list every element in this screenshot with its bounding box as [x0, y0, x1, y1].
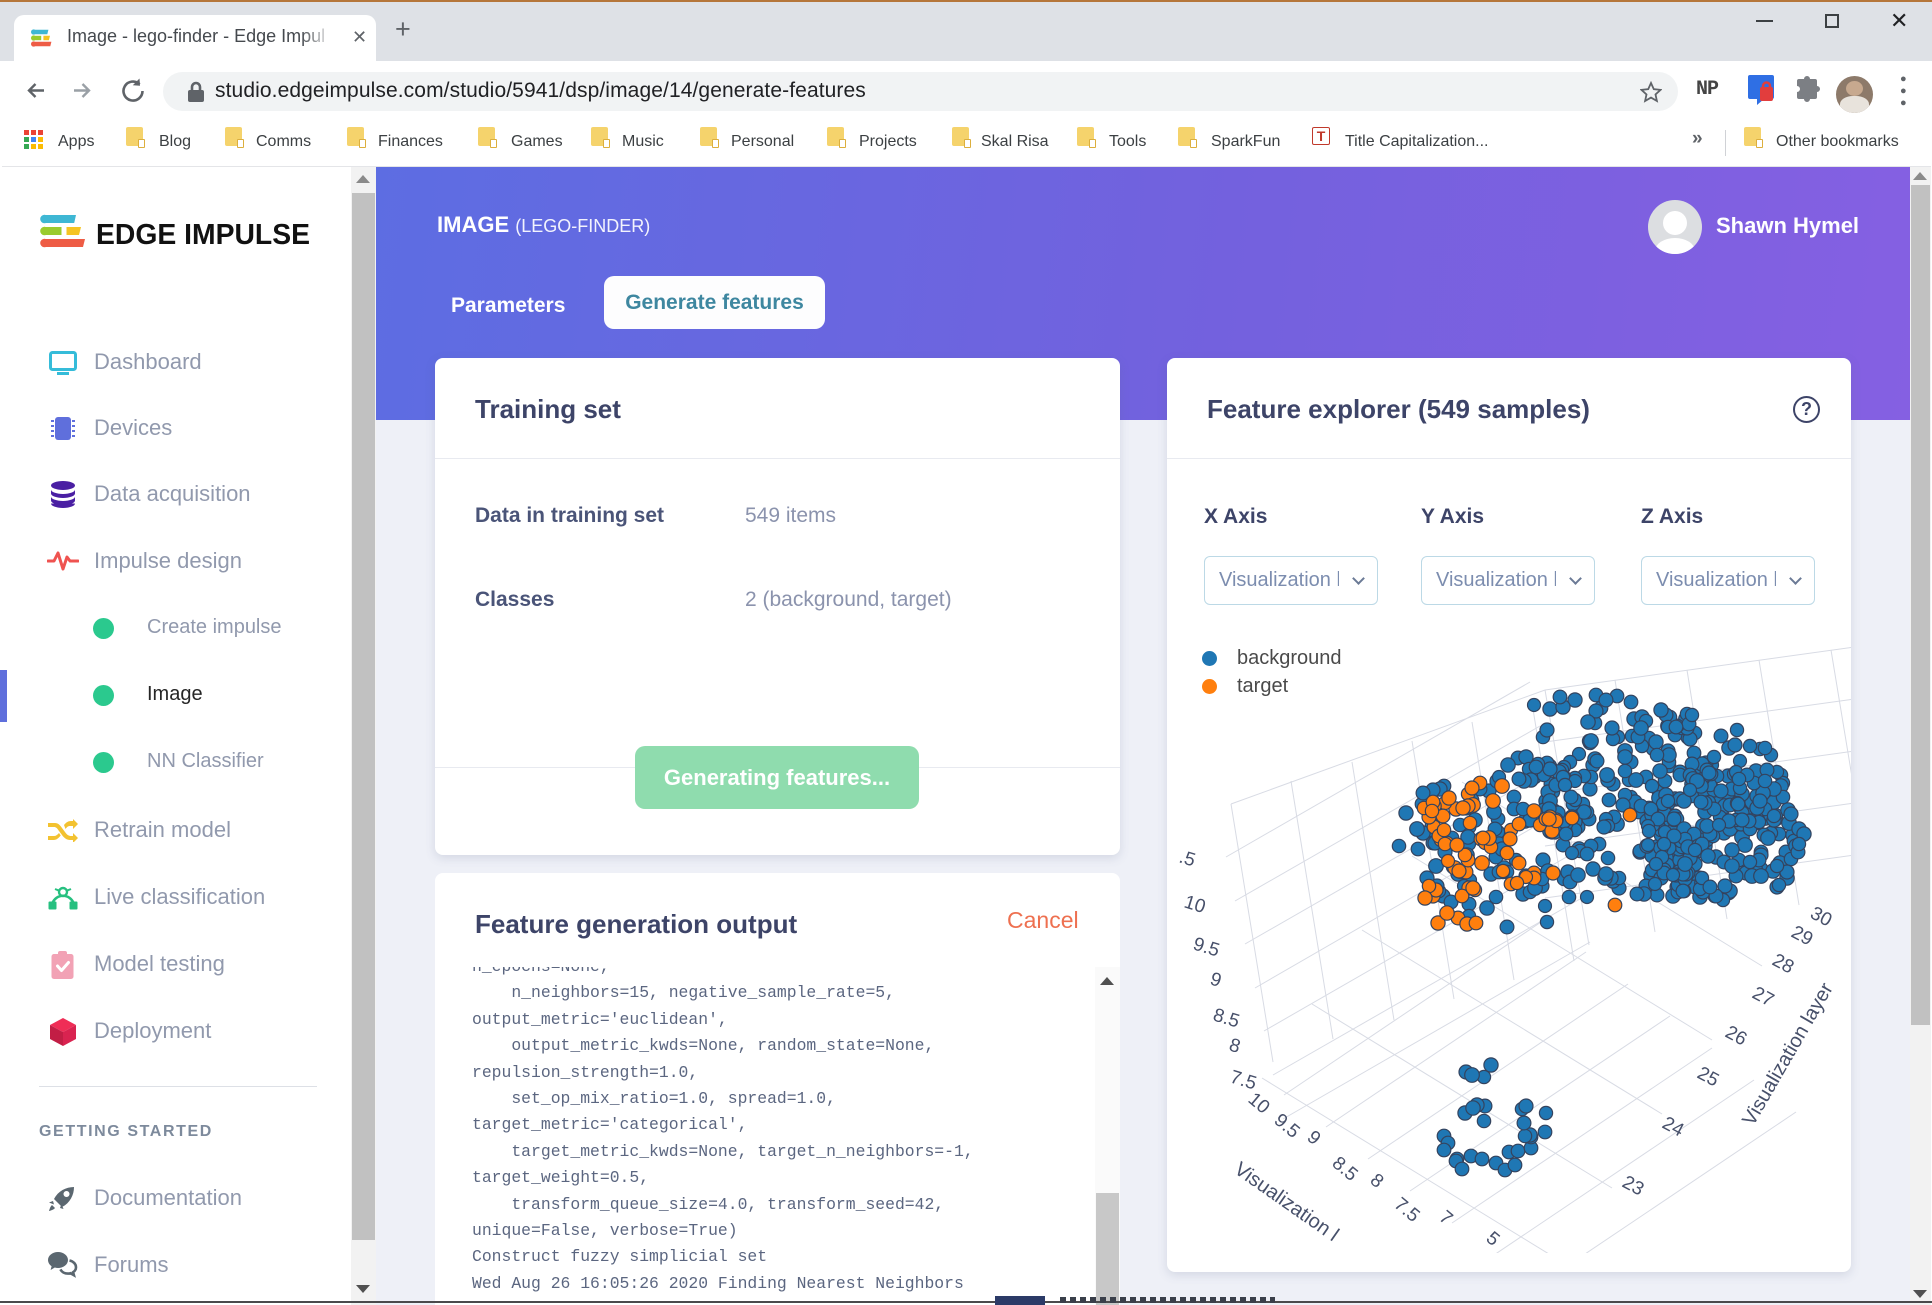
- svg-text:8: 8: [1227, 1035, 1243, 1058]
- svg-text:Visualization l: Visualization l: [1230, 1158, 1343, 1246]
- svg-text:9: 9: [1303, 1127, 1325, 1150]
- svg-text:10: 10: [1182, 892, 1208, 918]
- svg-text:27: 27: [1749, 983, 1778, 1011]
- svg-text:10: 10: [1244, 1089, 1274, 1119]
- svg-text:25: 25: [1694, 1063, 1723, 1091]
- svg-text:9.5: 9.5: [1270, 1110, 1304, 1143]
- svg-text:5: 5: [1482, 1228, 1504, 1251]
- svg-text:24: 24: [1659, 1113, 1688, 1142]
- svg-text:8: 8: [1366, 1170, 1388, 1193]
- svg-text:8.5: 8.5: [1211, 1005, 1242, 1033]
- svg-text:7.5: 7.5: [1228, 1067, 1259, 1095]
- svg-text:9: 9: [1208, 969, 1224, 992]
- svg-text:7: 7: [1435, 1207, 1457, 1230]
- svg-text:.5: .5: [1177, 847, 1198, 872]
- svg-text:28: 28: [1769, 950, 1798, 978]
- svg-text:26: 26: [1722, 1022, 1751, 1050]
- svg-text:30: 30: [1807, 903, 1836, 931]
- svg-text:29: 29: [1788, 922, 1817, 950]
- svg-text:9.5: 9.5: [1191, 934, 1222, 962]
- svg-text:8.5: 8.5: [1328, 1153, 1362, 1186]
- svg-text:EDGE IMPULSE: EDGE IMPULSE: [96, 219, 310, 251]
- svg-text:7.5: 7.5: [1390, 1194, 1424, 1227]
- svg-text:23: 23: [1619, 1172, 1648, 1200]
